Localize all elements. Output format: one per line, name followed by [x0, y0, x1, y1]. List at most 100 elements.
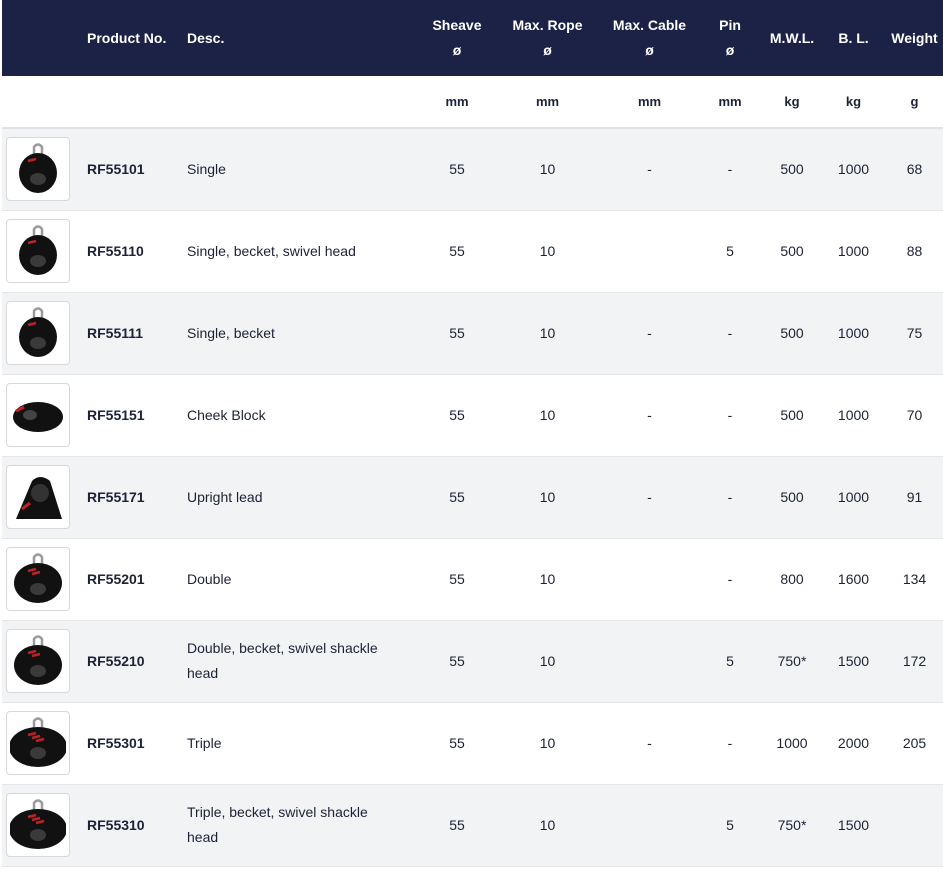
mwl-value: 500 [780, 325, 804, 341]
table-row-RF55171[interactable]: RF55171 Upright lead 55 10 - - 500 1000 … [2, 456, 943, 538]
product-thumbnail[interactable] [6, 219, 70, 283]
header-rope-label: Max. Rope [512, 17, 583, 33]
header-weight: Weight [891, 29, 938, 46]
sheave-value: 55 [449, 243, 465, 259]
pin-value: 5 [726, 243, 734, 259]
header-max-rope: Max. Rope ø [502, 0, 593, 76]
unit-weight: g [910, 94, 919, 109]
table-row-RF55151[interactable]: RF55151 Cheek Block 55 10 - - 500 1000 7… [2, 374, 943, 456]
weight-value: 68 [906, 161, 923, 178]
product-number: RF55201 [87, 571, 145, 587]
header-bl: B. L. [838, 29, 869, 46]
product-thumbnail[interactable] [6, 383, 70, 447]
header-mwl: M.W.L. [769, 29, 815, 46]
product-description: Triple [187, 734, 222, 751]
header-rope-symbol: ø [543, 42, 552, 58]
max-cable-value [593, 620, 706, 702]
bl-value: 1000 [837, 489, 870, 505]
product-description: Single, becket, swivel head [187, 242, 356, 259]
max-cable-value: - [647, 735, 652, 751]
pin-value: - [727, 161, 733, 178]
header-pin-label: Pin [719, 17, 741, 33]
product-thumbnail[interactable] [6, 793, 70, 857]
sheave-value: 55 [449, 571, 465, 587]
product-description: Triple, becket, swivel shackle head [187, 804, 368, 845]
product-number: RF55111 [87, 325, 144, 341]
header-pin-symbol: ø [725, 42, 735, 58]
swivel-block-icon [10, 223, 66, 279]
mwl-value: 500 [780, 243, 804, 259]
max-cable-value: - [647, 489, 652, 505]
weight-value: 91 [906, 489, 923, 505]
max-rope-value: 10 [539, 817, 556, 833]
max-cable-value [593, 210, 706, 292]
mwl-value: 500 [780, 161, 804, 178]
double-block-icon [10, 551, 66, 607]
max-rope-value: 10 [539, 325, 556, 341]
max-rope-value: 10 [539, 243, 556, 259]
bl-value: 1000 [837, 325, 870, 341]
product-thumbnail[interactable] [6, 547, 70, 611]
header-max-cable: Max. Cable ø [593, 0, 706, 76]
max-cable-value: - [647, 325, 652, 341]
header-pin: Pin ø [706, 0, 754, 76]
sheave-value: 55 [449, 489, 465, 505]
table-row-RF55111[interactable]: RF55111 Single, becket 55 10 - - 500 100… [2, 292, 943, 374]
bl-value: 1500 [837, 653, 870, 669]
table-row-RF55210[interactable]: RF55210 Double, becket, swivel shackle h… [2, 620, 943, 702]
unit-pin: mm [718, 94, 742, 109]
product-thumbnail[interactable] [6, 301, 70, 365]
product-number: RF55310 [87, 817, 145, 833]
upright-lead-block-icon [10, 469, 66, 525]
bl-value: 1000 [837, 243, 870, 259]
max-rope-value: 10 [539, 407, 556, 423]
table-row-RF55301[interactable]: RF55301 Triple 55 10 - - 1000 2000 205 [2, 702, 943, 784]
cheek-block-icon [10, 387, 66, 443]
bl-value: 1000 [837, 161, 870, 178]
max-rope-value: 10 [539, 161, 556, 178]
triple-swivel-block-icon [10, 797, 66, 853]
table-row-RF55310[interactable]: RF55310 Triple, becket, swivel shackle h… [2, 784, 943, 866]
product-description: Single, becket [187, 324, 275, 341]
sheave-value: 55 [449, 325, 465, 341]
header-sheave-label: Sheave [432, 17, 482, 33]
unit-cable: mm [637, 94, 662, 109]
table-row-RF55110[interactable]: RF55110 Single, becket, swivel head 55 1… [2, 210, 943, 292]
mwl-value: 800 [780, 571, 804, 587]
mwl-value: 1000 [776, 735, 808, 751]
pin-value: - [727, 489, 733, 505]
table-row-RF55101[interactable]: RF55101 Single 55 10 - - 500 1000 68 [2, 128, 943, 210]
product-number: RF55110 [87, 243, 144, 259]
sheave-value: 55 [449, 407, 465, 423]
product-thumbnail[interactable] [6, 629, 70, 693]
bl-value: 1600 [837, 571, 870, 587]
unit-rope: mm [535, 94, 560, 109]
pin-value: 5 [726, 653, 734, 669]
product-thumbnail[interactable] [6, 711, 70, 775]
pin-value: - [727, 325, 733, 341]
pin-value: - [727, 571, 733, 587]
product-description: Double, becket, swivel shackle head [187, 640, 378, 681]
max-rope-value: 10 [539, 571, 556, 587]
single-becket-block-icon [10, 305, 66, 361]
weight-value: 88 [906, 243, 923, 259]
product-thumbnail[interactable] [6, 465, 70, 529]
max-cable-value [593, 538, 706, 620]
table-row-RF55201[interactable]: RF55201 Double 55 10 - 800 1600 134 [2, 538, 943, 620]
product-description: Single [187, 160, 226, 177]
bl-value: 1000 [837, 407, 870, 423]
triple-block-icon [10, 715, 66, 771]
product-thumbnail[interactable] [6, 137, 70, 202]
product-number: RF55151 [87, 407, 145, 423]
units-row: mm mm mm mm kg kg g [2, 76, 943, 128]
sheave-value: 55 [449, 653, 465, 669]
header-image-cell [2, 0, 82, 76]
mwl-value: 750* [777, 817, 807, 833]
unit-sheave: mm [445, 94, 469, 109]
weight-value: 205 [902, 735, 927, 751]
mwl-value: 750* [777, 653, 807, 669]
bl-value: 1500 [837, 817, 870, 833]
header-cable-label: Max. Cable [612, 17, 687, 33]
header-row: Product No. Desc. Sheave ø Max. Rope ø Max… [2, 0, 943, 76]
header-sheave: Sheave ø [412, 0, 502, 76]
